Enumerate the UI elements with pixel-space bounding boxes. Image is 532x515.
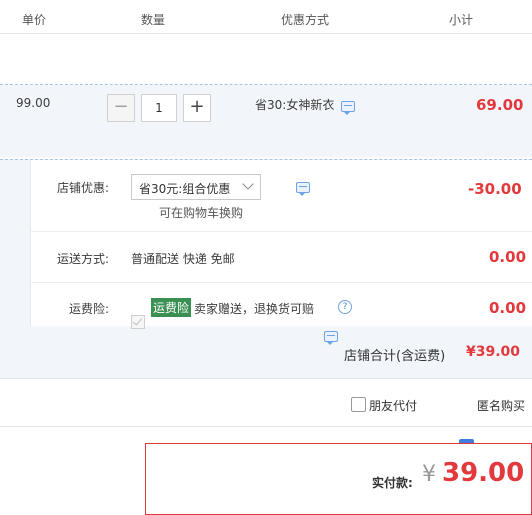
header-subtotal: 小计 [449, 13, 474, 27]
item-promo: 省30:女神新衣 [255, 98, 335, 112]
shop-discount-value: -30.00 [468, 180, 522, 198]
shop-total-value: ¥39.00 [466, 344, 521, 360]
item-unit-price: 99.00 [16, 96, 51, 110]
shipping-value: 0.00 [489, 248, 527, 266]
question-icon[interactable]: ? [338, 300, 352, 314]
friend-pay-label[interactable]: 朋友代付 [369, 397, 417, 414]
insurance-label: 运费险: [69, 302, 110, 316]
friend-pay-checkbox[interactable] [351, 397, 366, 412]
comment-icon[interactable] [295, 182, 310, 196]
header-unit-price: 单价 [22, 13, 47, 27]
payment-amount: 39.00 [442, 458, 525, 488]
divider [30, 231, 532, 232]
comment-icon[interactable] [341, 101, 355, 115]
payment-currency: ¥ [422, 462, 436, 487]
shipping-method: 普通配送 快递 免邮 [131, 252, 235, 266]
insurance-tag: 运费险 [151, 298, 192, 317]
quantity-input[interactable]: 1 [141, 94, 177, 122]
divider [0, 426, 532, 427]
divider [30, 282, 532, 283]
shop-discount-hint: 可在购物车换购 [159, 206, 244, 220]
insurance-desc: 卖家赠送，退换货可赔 [194, 302, 315, 316]
insurance-value: 0.00 [489, 299, 527, 317]
payment-label: 实付款: [372, 476, 413, 490]
shop-discount-label: 店铺优惠: [57, 181, 110, 195]
anonymous-label[interactable]: 匿名购买 [477, 397, 525, 414]
shop-discount-selected: 省30元:组合优惠 [139, 182, 231, 196]
shop-discount-select[interactable]: 省30元:组合优惠 [131, 174, 261, 200]
shipping-label: 运送方式: [57, 252, 110, 266]
insurance-checkbox [131, 315, 145, 329]
comment-icon[interactable] [324, 331, 338, 345]
chevron-down-icon [242, 178, 254, 190]
decrease-quantity-button[interactable]: − [107, 94, 135, 122]
quantity-stepper[interactable]: − 1 + [107, 94, 211, 122]
table-header: 单价 数量 优惠方式 小计 [0, 0, 532, 34]
shop-total-label: 店铺合计(含运费) [344, 349, 446, 364]
header-promo: 优惠方式 [281, 13, 330, 27]
header-quantity: 数量 [141, 13, 166, 27]
item-subtotal: 69.00 [476, 96, 524, 114]
increase-quantity-button[interactable]: + [183, 94, 211, 122]
